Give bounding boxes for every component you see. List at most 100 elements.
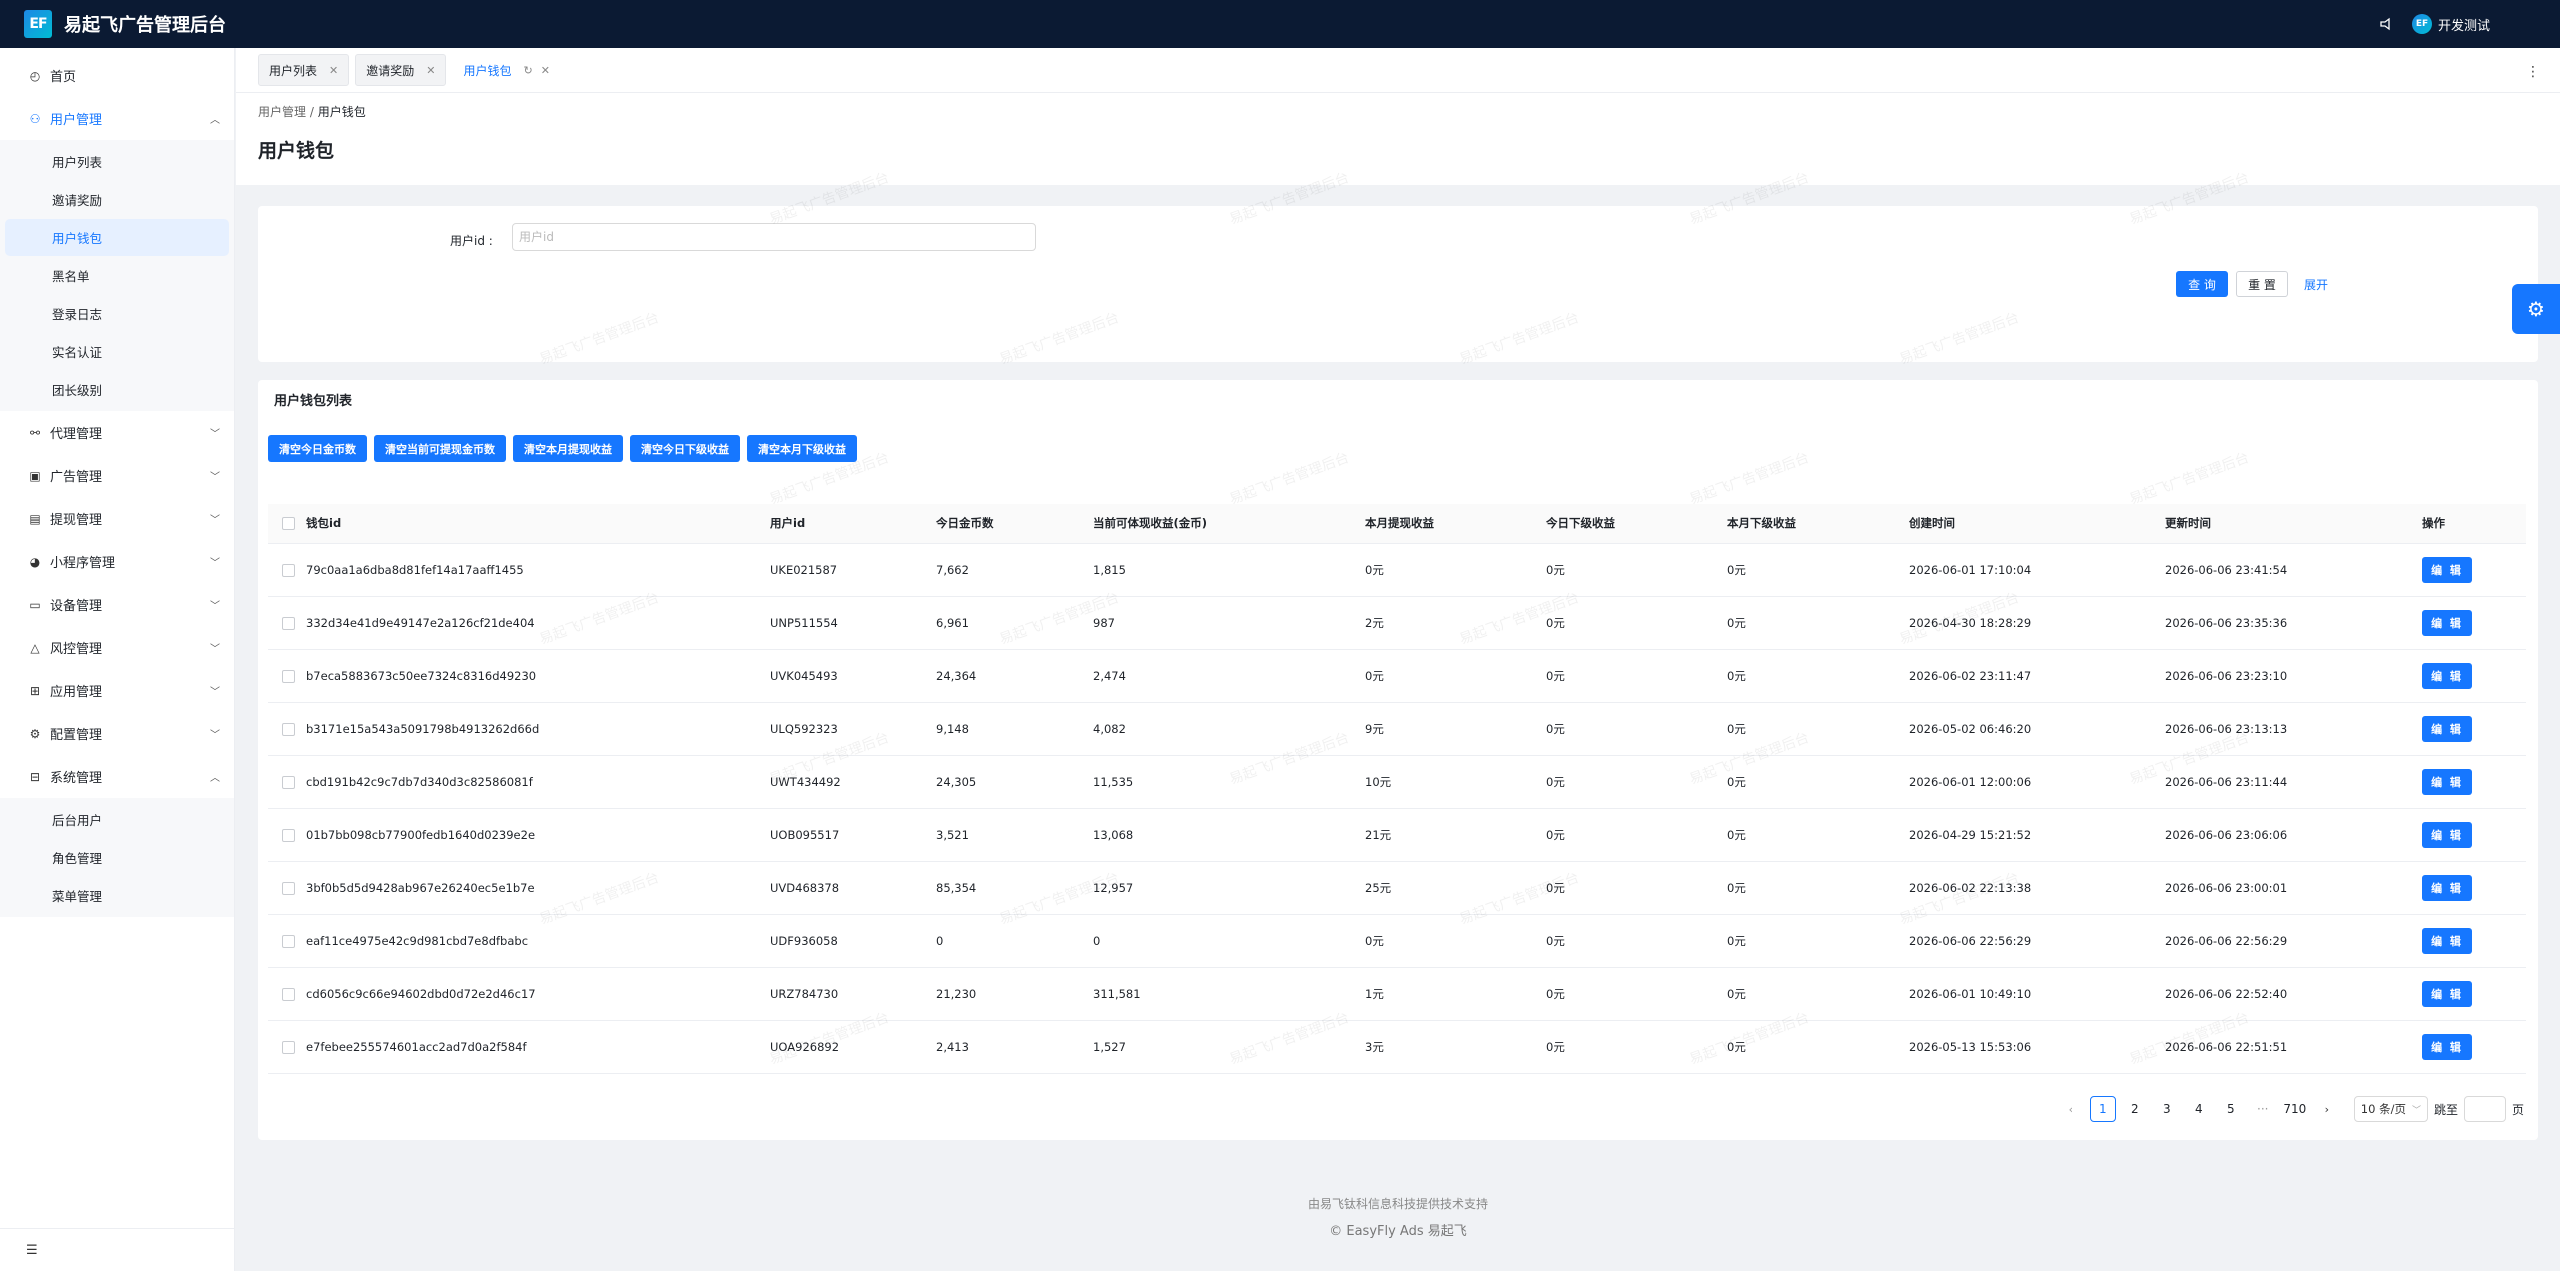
sidebar-item-app[interactable]: ⊞ 应用管理 ﹀ bbox=[0, 669, 234, 712]
row-checkbox[interactable] bbox=[282, 987, 295, 1001]
tab-user-wallet[interactable]: 用户钱包 ↻ ✕ bbox=[452, 54, 561, 86]
clear-month-withdraw-button[interactable]: 清空本月提现收益 bbox=[513, 435, 623, 462]
row-checkbox[interactable] bbox=[282, 934, 295, 948]
sidebar-item-invite-reward[interactable]: 邀请奖励 bbox=[5, 181, 229, 218]
close-icon[interactable]: ✕ bbox=[329, 64, 338, 77]
cell-withdrawable: 4,082 bbox=[1093, 702, 1365, 756]
page-ellipsis[interactable]: ··· bbox=[2250, 1096, 2276, 1122]
chevron-down-icon: ﹀ bbox=[210, 644, 220, 655]
footer-support-text: 由易飞钛科信息科技提供技术支持 bbox=[1307, 1197, 1488, 1211]
expand-link[interactable]: 展开 bbox=[2304, 276, 2328, 293]
sidebar-item-label: 广告管理 bbox=[50, 470, 103, 485]
prev-page-icon[interactable]: ‹ bbox=[2058, 1096, 2084, 1122]
cell-user-id[interactable]: UNP511554 bbox=[770, 596, 936, 650]
tab-user-list[interactable]: 用户列表 ✕ bbox=[258, 54, 350, 86]
jump-page-input[interactable] bbox=[2463, 1096, 2506, 1122]
clear-withdrawable-coins-button[interactable]: 清空当前可提现金币数 bbox=[374, 435, 506, 462]
sidebar-item-system[interactable]: ⊟ 系统管理 ︿ bbox=[0, 755, 234, 798]
select-all-checkbox[interactable] bbox=[282, 517, 295, 531]
sidebar-item-home[interactable]: ◴ 首页 bbox=[0, 54, 234, 97]
sidebar-item-admin-users[interactable]: 后台用户 bbox=[5, 801, 229, 838]
notification-icon[interactable] bbox=[2378, 16, 2394, 32]
settings-float-button[interactable]: ⚙ bbox=[2512, 284, 2560, 334]
clear-month-sub-income-button[interactable]: 清空本月下级收益 bbox=[747, 435, 857, 462]
sidebar-item-risk[interactable]: △ 风控管理 ﹀ bbox=[0, 626, 234, 669]
query-button[interactable]: 查 询 bbox=[2176, 271, 2228, 297]
page-button[interactable]: 5 bbox=[2218, 1096, 2244, 1122]
sidebar-item-login-log[interactable]: 登录日志 bbox=[5, 295, 229, 332]
cell-withdrawable: 1,527 bbox=[1093, 1020, 1365, 1074]
user-id-input[interactable] bbox=[512, 223, 1036, 251]
edit-button[interactable]: 编 辑 bbox=[2422, 556, 2472, 583]
sidebar-item-agent[interactable]: ⚯ 代理管理 ﹀ bbox=[0, 411, 234, 454]
clear-today-coins-button[interactable]: 清空今日金币数 bbox=[268, 435, 367, 462]
edit-button[interactable]: 编 辑 bbox=[2422, 821, 2472, 848]
row-checkbox[interactable] bbox=[282, 616, 295, 630]
page-button[interactable]: 710 bbox=[2282, 1096, 2308, 1122]
cell-user-id[interactable]: UVK045493 bbox=[770, 649, 936, 703]
user-menu[interactable]: EF 开发测试 bbox=[2411, 14, 2490, 34]
edit-button[interactable]: 编 辑 bbox=[2422, 715, 2472, 742]
breadcrumb-parent[interactable]: 用户管理 bbox=[258, 105, 306, 119]
row-checkbox[interactable] bbox=[282, 722, 295, 736]
cell-today-sub: 0元 bbox=[1546, 914, 1727, 968]
close-icon[interactable]: ✕ bbox=[541, 64, 550, 77]
sidebar-item-roles[interactable]: 角色管理 bbox=[5, 839, 229, 876]
sidebar-item-withdraw[interactable]: ▤ 提现管理 ﹀ bbox=[0, 497, 234, 540]
edit-button[interactable]: 编 辑 bbox=[2422, 927, 2472, 954]
cell-user-id[interactable]: UOA926892 bbox=[770, 1020, 936, 1074]
edit-button[interactable]: 编 辑 bbox=[2422, 768, 2472, 795]
sidebar-item-label: 登录日志 bbox=[52, 307, 103, 322]
sidebar-item-blacklist[interactable]: 黑名单 bbox=[5, 257, 229, 294]
row-checkbox[interactable] bbox=[282, 563, 295, 577]
cell-user-id[interactable]: UWT434492 bbox=[770, 755, 936, 809]
page-button[interactable]: 2 bbox=[2122, 1096, 2148, 1122]
next-page-icon[interactable]: › bbox=[2314, 1096, 2340, 1122]
table-row: b3171e15a543a5091798b4913262d66d ULQ59232… bbox=[268, 702, 2526, 756]
row-checkbox[interactable] bbox=[282, 1040, 295, 1054]
sidebar-item-device[interactable]: ▭ 设备管理 ﹀ bbox=[0, 583, 234, 626]
column-header: 本月下级收益 bbox=[1727, 504, 1909, 544]
edit-button[interactable]: 编 辑 bbox=[2422, 980, 2472, 1007]
reset-button[interactable]: 重 置 bbox=[2236, 271, 2288, 297]
cell-user-id[interactable]: UVD468378 bbox=[770, 861, 936, 915]
row-checkbox[interactable] bbox=[282, 669, 295, 683]
cell-user-id[interactable]: UOB095517 bbox=[770, 808, 936, 862]
sidebar-item-user-wallet[interactable]: 用户钱包 bbox=[5, 219, 229, 256]
page-size-select[interactable]: 10 条/页 ﹀ bbox=[2353, 1096, 2428, 1122]
page-button[interactable]: 3 bbox=[2154, 1096, 2180, 1122]
sidebar-item-ad[interactable]: ▣ 广告管理 ﹀ bbox=[0, 454, 234, 497]
sidebar-item-config[interactable]: ⚙ 配置管理 ﹀ bbox=[0, 712, 234, 755]
sidebar-item-user-list[interactable]: 用户列表 bbox=[5, 143, 229, 180]
row-checkbox[interactable] bbox=[282, 775, 295, 789]
sidebar-item-menus[interactable]: 菜单管理 bbox=[5, 877, 229, 914]
tab-invite-reward[interactable]: 邀请奖励 ✕ bbox=[355, 54, 447, 86]
cell-updated: 2026-06-06 23:13:13 bbox=[2165, 702, 2422, 756]
edit-button[interactable]: 编 辑 bbox=[2422, 874, 2472, 901]
clear-today-sub-income-button[interactable]: 清空今日下级收益 bbox=[630, 435, 740, 462]
page-button[interactable]: 4 bbox=[2186, 1096, 2212, 1122]
cell-created: 2026-05-13 15:53:06 bbox=[1909, 1020, 2165, 1074]
edit-button[interactable]: 编 辑 bbox=[2422, 609, 2472, 636]
edit-button[interactable]: 编 辑 bbox=[2422, 662, 2472, 689]
row-checkbox[interactable] bbox=[282, 881, 295, 895]
close-icon[interactable]: ✕ bbox=[426, 64, 435, 77]
cell-user-id[interactable]: ULQ592323 bbox=[770, 702, 936, 756]
row-checkbox[interactable] bbox=[282, 828, 295, 842]
collapse-sidebar-button[interactable]: ☰ bbox=[0, 1228, 235, 1271]
page-button[interactable]: 1 bbox=[2089, 1096, 2116, 1122]
cell-month-sub: 0元 bbox=[1727, 543, 1909, 597]
edit-button[interactable]: 编 辑 bbox=[2422, 1033, 2472, 1060]
sidebar-item-leader-level[interactable]: 团长级别 bbox=[5, 371, 229, 408]
refresh-icon[interactable]: ↻ bbox=[523, 64, 532, 77]
breadcrumb: 用户管理 / 用户钱包 bbox=[258, 103, 2538, 120]
sidebar-item-user-mgmt[interactable]: ⚇ 用户管理 ︿ bbox=[0, 97, 234, 140]
cell-user-id[interactable]: UKE021587 bbox=[770, 543, 936, 597]
sidebar-item-miniapp[interactable]: ◕ 小程序管理 ﹀ bbox=[0, 540, 234, 583]
more-vertical-icon[interactable]: ⋮ bbox=[2526, 64, 2540, 80]
sidebar-item-label: 用户钱包 bbox=[52, 231, 103, 246]
sidebar-item-real-name[interactable]: 实名认证 bbox=[5, 333, 229, 370]
cell-user-id[interactable]: UDF936058 bbox=[770, 914, 936, 968]
cell-user-id[interactable]: URZ784730 bbox=[770, 967, 936, 1021]
footer-copyright: © EasyFly Ads 易起飞 bbox=[1329, 1224, 1467, 1239]
